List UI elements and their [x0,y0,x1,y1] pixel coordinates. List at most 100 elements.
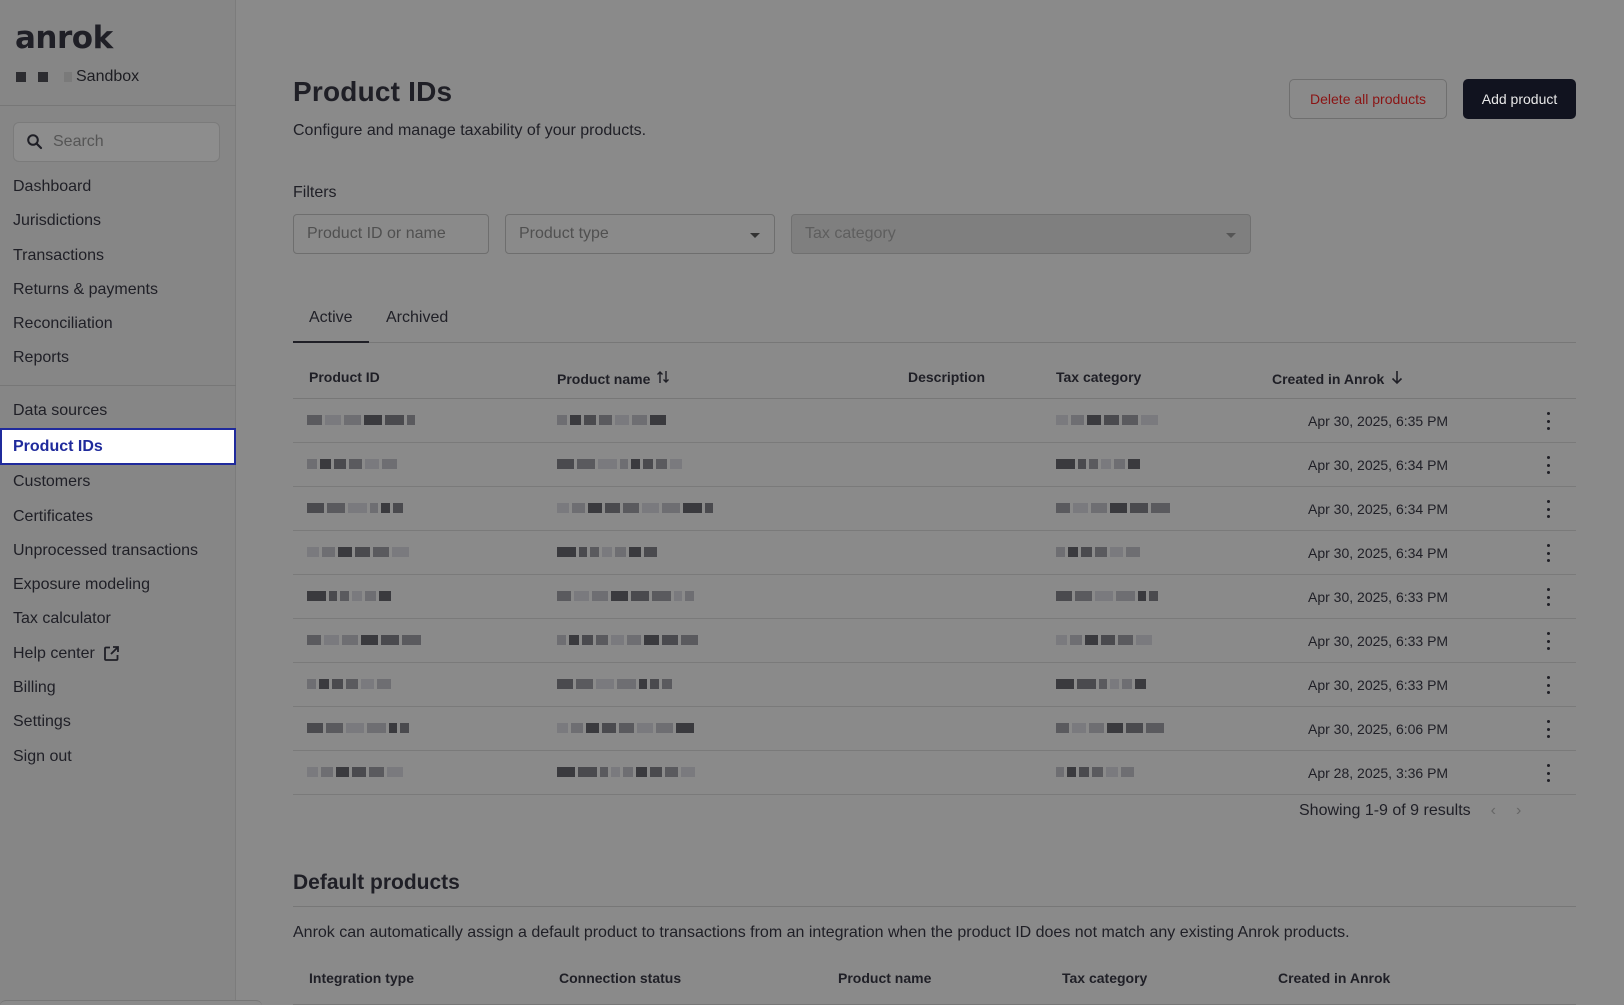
sidebar-nav-primary: Dashboard Jurisdictions Transactions Ret… [0,170,236,376]
sidebar-item-label: Help center [13,644,95,662]
org-avatar-block [64,72,72,82]
sidebar-item-data-sources[interactable]: Data sources [0,394,236,428]
more-options-icon[interactable] [1542,764,1554,782]
table-row[interactable]: Apr 30, 2025, 6:34 PM [293,443,1576,487]
redacted-text [1056,415,1158,425]
search-input[interactable] [53,133,203,151]
sidebar-bottom-panel [0,1000,262,1005]
column-header-created[interactable]: Created in Anrok [1272,369,1404,388]
more-options-icon[interactable] [1542,412,1554,430]
column-header-product-name[interactable]: Product name [557,369,670,388]
table-row[interactable]: Apr 30, 2025, 6:34 PM [293,531,1576,575]
org-avatar-block [16,72,26,82]
table-row[interactable]: Apr 30, 2025, 6:33 PM [293,619,1576,663]
pagination-summary: Showing 1-9 of 9 results [1299,802,1471,819]
sidebar-item-certificates[interactable]: Certificates [0,500,236,534]
redacted-text [307,635,421,645]
sidebar-search[interactable] [13,122,220,162]
table-header: Product ID Product name Description Tax … [293,355,1576,399]
redacted-text [1056,767,1134,777]
created-date: Apr 30, 2025, 6:34 PM [1308,545,1449,561]
created-date: Apr 30, 2025, 6:34 PM [1308,457,1449,473]
status-tabs: Active Archived [293,298,1576,343]
column-header-label: Product name [557,370,651,387]
sidebar-item-sign-out[interactable]: Sign out [0,740,236,774]
more-options-icon[interactable] [1542,456,1554,474]
sidebar-nav-secondary: Data sources Product IDs Customers Certi… [0,394,236,774]
redacted-text [1056,679,1146,689]
sidebar-item-dashboard[interactable]: Dashboard [0,170,236,204]
redacted-text [307,459,397,469]
caret-down-icon [1226,233,1236,238]
redacted-text [1056,591,1158,601]
table-row[interactable]: Apr 30, 2025, 6:33 PM [293,575,1576,619]
caret-down-icon [750,233,760,238]
filters-label: Filters [293,184,337,201]
more-options-icon[interactable] [1542,544,1554,562]
main-content: Product IDs Configure and manage taxabil… [236,0,1624,1005]
redacted-text [307,415,415,425]
default-products-title: Default products [293,871,460,894]
table-row[interactable]: Apr 30, 2025, 6:34 PM [293,487,1576,531]
sidebar-item-transactions[interactable]: Transactions [0,239,236,273]
search-icon [26,133,44,151]
product-id-filter-input[interactable] [293,214,489,254]
product-type-select-value: Product type [519,225,609,242]
more-options-icon[interactable] [1542,500,1554,518]
column-header-tax-category: Tax category [1056,369,1142,385]
table-row[interactable]: Apr 30, 2025, 6:33 PM [293,663,1576,707]
arrow-down-icon[interactable] [1390,369,1404,388]
redacted-text [557,635,698,645]
redacted-text [557,679,672,689]
sidebar-item-jurisdictions[interactable]: Jurisdictions [0,204,236,238]
products-table: Product ID Product name Description Tax … [293,355,1576,795]
created-date: Apr 30, 2025, 6:06 PM [1308,721,1449,737]
table-row[interactable]: Apr 30, 2025, 6:35 PM [293,399,1576,443]
created-date: Apr 28, 2025, 3:36 PM [1308,765,1449,781]
sidebar-item-returns-payments[interactable]: Returns & payments [0,273,236,307]
org-switcher[interactable]: Sandbox [16,68,139,86]
column-header-product-name: Product name [838,970,932,986]
product-type-select[interactable]: Product type [505,214,775,254]
redacted-text [1056,635,1152,645]
column-header-description: Description [908,369,986,385]
sidebar-item-exposure-modeling[interactable]: Exposure modeling [0,568,236,602]
sidebar-item-tax-calculator[interactable]: Tax calculator [0,602,236,636]
sidebar-item-help-center[interactable]: Help center [0,637,236,671]
chevron-right-icon[interactable]: › [1516,802,1521,820]
sidebar-divider [0,105,236,106]
sidebar-item-settings[interactable]: Settings [0,705,236,739]
redacted-text [307,503,403,513]
more-options-icon[interactable] [1542,632,1554,650]
tax-category-select[interactable]: Tax category [791,214,1251,254]
column-header-created: Created in Anrok [1278,970,1391,986]
pagination: Showing 1-9 of 9 results ‹ › [1299,802,1521,820]
redacted-text [1056,503,1170,513]
sidebar-item-reports[interactable]: Reports [0,341,236,375]
sidebar-item-unprocessed-transactions[interactable]: Unprocessed transactions [0,534,236,568]
more-options-icon[interactable] [1542,588,1554,606]
table-row[interactable]: Apr 30, 2025, 6:06 PM [293,707,1576,751]
sidebar-item-reconciliation[interactable]: Reconciliation [0,307,236,341]
sidebar-item-billing[interactable]: Billing [0,671,236,705]
redacted-text [557,415,666,425]
delete-all-products-button[interactable]: Delete all products [1289,79,1447,119]
table-row[interactable]: Apr 28, 2025, 3:36 PM [293,751,1576,795]
tab-archived[interactable]: Archived [370,298,464,343]
chevron-left-icon[interactable]: ‹ [1491,802,1496,820]
sidebar-item-customers[interactable]: Customers [0,465,236,499]
more-options-icon[interactable] [1542,676,1554,694]
tab-active[interactable]: Active [293,298,369,343]
sort-icon[interactable] [656,369,670,388]
redacted-text [1056,547,1140,557]
column-header-tax-category: Tax category [1062,970,1148,986]
more-options-icon[interactable] [1542,720,1554,738]
anrok-logo[interactable]: anrok [15,20,113,56]
column-header-connection-status: Connection status [559,970,682,986]
created-date: Apr 30, 2025, 6:33 PM [1308,677,1449,693]
default-products-table-header: Integration type Connection status Produ… [293,966,1576,1005]
add-product-button[interactable]: Add product [1463,79,1576,119]
redacted-text [307,767,403,777]
column-header-product-id: Product ID [309,369,380,385]
sidebar-item-product-ids[interactable]: Product IDs [0,428,236,466]
